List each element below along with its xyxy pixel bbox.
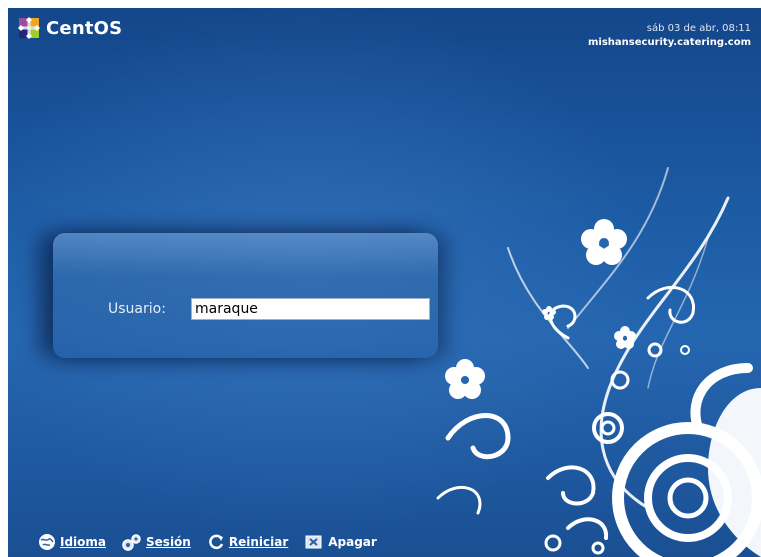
session-icon — [122, 533, 142, 551]
brand-name: CentOS — [46, 17, 123, 39]
centos-logo-icon — [18, 17, 40, 39]
hostname: mishansecurity.catering.com — [588, 37, 751, 48]
clock: sáb 03 de abr, 08:11 mishansecurity.cate… — [588, 22, 751, 50]
restart-label: Reiniciar — [228, 535, 289, 549]
username-label: Usuario: — [108, 301, 166, 317]
login-panel — [53, 233, 438, 358]
shutdown-label: Apagar — [328, 535, 377, 549]
shutdown-icon — [304, 533, 324, 551]
language-label: Idioma — [60, 535, 107, 549]
shutdown-button[interactable]: Apagar — [304, 533, 377, 551]
language-icon — [38, 533, 56, 551]
username-input[interactable] — [191, 298, 430, 320]
session-button[interactable]: Sesión — [122, 533, 191, 551]
restart-icon — [207, 533, 225, 551]
centos-logo: CentOS — [18, 17, 122, 39]
session-label: Sesión — [146, 535, 191, 549]
language-button[interactable]: Idioma — [38, 533, 106, 551]
clock-datetime: sáb 03 de abr, 08:11 — [646, 23, 751, 34]
action-bar: Idioma Sesión Reiniciar Apagar — [38, 533, 377, 551]
login-screen: CentOS sáb 03 de abr, 08:11 mishansecuri… — [8, 8, 761, 557]
restart-button[interactable]: Reiniciar — [207, 533, 288, 551]
